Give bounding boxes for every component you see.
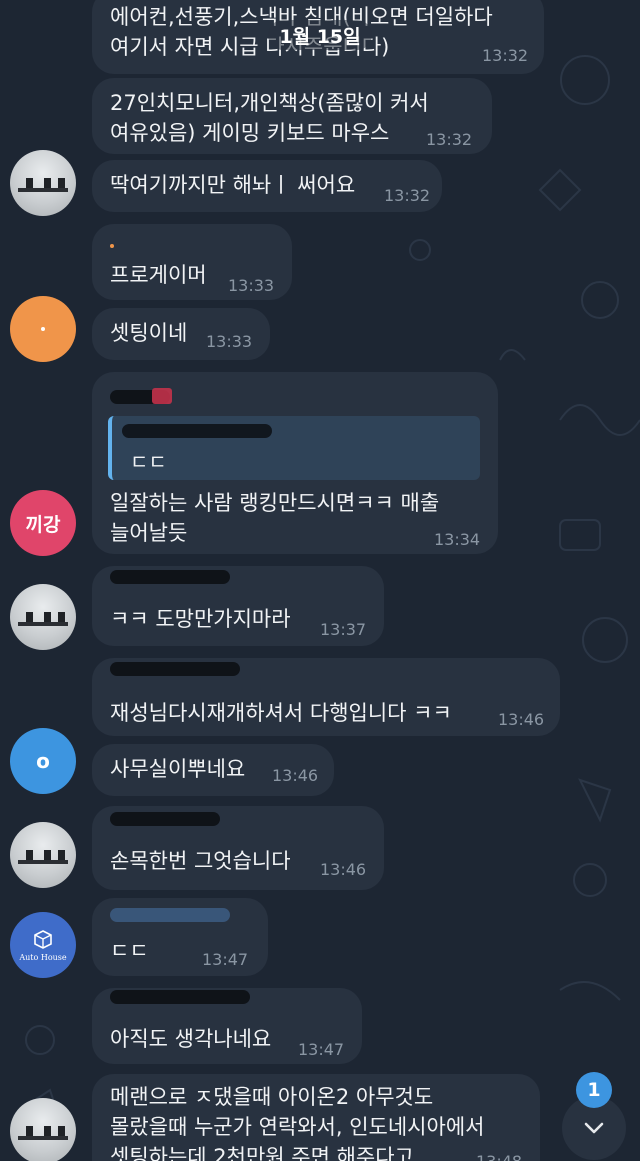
sender-name xyxy=(110,570,230,584)
sender-name xyxy=(110,244,114,248)
quote-sender xyxy=(122,424,272,438)
sender-name xyxy=(110,990,250,1004)
avatar[interactable]: 끼강 xyxy=(10,490,76,556)
message-bubble[interactable]: ㄷㄷ 13:47 xyxy=(92,898,268,976)
message-bubble[interactable]: 프로게이머 13:33 xyxy=(92,224,292,300)
sender-name xyxy=(110,812,220,826)
avatar-initials: o xyxy=(36,749,50,773)
message-bubble[interactable]: 손목한번 그엇습니다 13:46 xyxy=(92,806,384,890)
message-text: 사무실이뿌네요 xyxy=(110,757,246,781)
message-bubble[interactable]: 재성님다시재개하셔서 다행입니다 ㅋㅋ 13:46 xyxy=(92,658,560,736)
message-time: 13:32 xyxy=(384,186,431,205)
message-text: 아직도 생각나네요 xyxy=(110,1027,272,1051)
sender-name xyxy=(110,908,230,922)
message-bubble[interactable]: ㄷㄷ 일잘하는 사람 랭킹만드시면ㅋㅋ 매출 늘어날듯 13:34 xyxy=(92,372,498,554)
unread-badge: 1 xyxy=(576,1072,612,1108)
message-text: 여유있음) 게이밍 키보드 마우스 xyxy=(110,121,390,145)
chevron-down-icon xyxy=(584,1122,604,1134)
message-bubble[interactable]: ㅋㅋ 도망만가지마라 13:37 xyxy=(92,566,384,646)
avatar-label: Auto House xyxy=(19,952,67,962)
message-bubble[interactable]: 셋팅이네 13:33 xyxy=(92,308,270,360)
avatar[interactable] xyxy=(10,150,76,216)
avatar[interactable]: Auto House xyxy=(10,912,76,978)
message-bubble[interactable]: 딱여기까지만 해놔ㅣ 써어요 13:32 xyxy=(92,160,442,212)
avatar[interactable] xyxy=(10,1098,76,1161)
avatar[interactable] xyxy=(10,296,76,362)
message-text: 재성님다시재개하셔서 다행입니다 ㅋㅋ xyxy=(110,701,452,725)
message-time: 13:47 xyxy=(298,1040,345,1059)
avatar[interactable] xyxy=(10,822,76,888)
date-header: 1월 15일 xyxy=(268,20,372,50)
message-text: 일잘하는 사람 랭킹만드시면ㅋㅋ 매출 xyxy=(110,491,440,515)
quote-text: ㄷㄷ xyxy=(130,450,167,474)
message-time: 13:34 xyxy=(434,530,481,549)
message-time: 13:32 xyxy=(426,130,473,149)
chat-screen: 1월 15일 에어컨,선풍기,스낵바 침대(비오면 더일하다 여기서 자면 시급… xyxy=(0,0,640,1161)
message-text: ㄷㄷ xyxy=(110,939,149,963)
message-text: 메랜으로 ㅈ댔을때 아이온2 아무것도 xyxy=(110,1085,434,1109)
message-text: 셋팅하는데 2천만원 주면 해주다고 xyxy=(110,1145,414,1161)
sender-name-mark xyxy=(152,388,172,404)
message-time: 13:48 xyxy=(476,1152,522,1161)
message-time: 13:32 xyxy=(482,46,529,65)
message-bubble[interactable]: 27인치모니터,개인책상(좀많이 커서 여유있음) 게이밍 키보드 마우스 13… xyxy=(92,78,492,154)
message-text: 늘어날듯 xyxy=(110,521,188,545)
message-time: 13:47 xyxy=(202,950,249,969)
reply-quote[interactable]: ㄷㄷ xyxy=(108,416,480,480)
message-bubble[interactable]: 아직도 생각나네요 13:47 xyxy=(92,988,362,1064)
message-time: 13:46 xyxy=(272,766,319,785)
message-text: 프로게이머 xyxy=(110,263,207,287)
message-time: 13:33 xyxy=(228,276,275,295)
message-time: 13:46 xyxy=(320,860,367,879)
message-text: 손목한번 그엇습니다 xyxy=(110,849,291,873)
message-time: 13:33 xyxy=(206,332,253,351)
message-time: 13:37 xyxy=(320,620,367,639)
avatar[interactable]: o xyxy=(10,728,76,794)
message-text: ㅋㅋ 도망만가지마라 xyxy=(110,607,291,631)
cube-icon xyxy=(34,929,52,949)
sender-name xyxy=(110,662,240,676)
message-time: 13:46 xyxy=(498,710,545,729)
avatar[interactable] xyxy=(10,584,76,650)
message-text: 셋팅이네 xyxy=(110,321,188,345)
message-text: 몰랐을때 누군가 연락와서, 인도네시아에서 xyxy=(110,1115,485,1139)
avatar-initials: 끼강 xyxy=(25,513,61,536)
message-text: 딱여기까지만 해놔ㅣ 써어요 xyxy=(110,173,356,197)
message-bubble[interactable]: 메랜으로 ㅈ댔을때 아이온2 아무것도 몰랐을때 누군가 연락와서, 인도네시아… xyxy=(92,1074,540,1161)
message-text: 27인치모니터,개인책상(좀많이 커서 xyxy=(110,91,429,115)
message-bubble[interactable]: 사무실이뿌네요 13:46 xyxy=(92,744,334,796)
